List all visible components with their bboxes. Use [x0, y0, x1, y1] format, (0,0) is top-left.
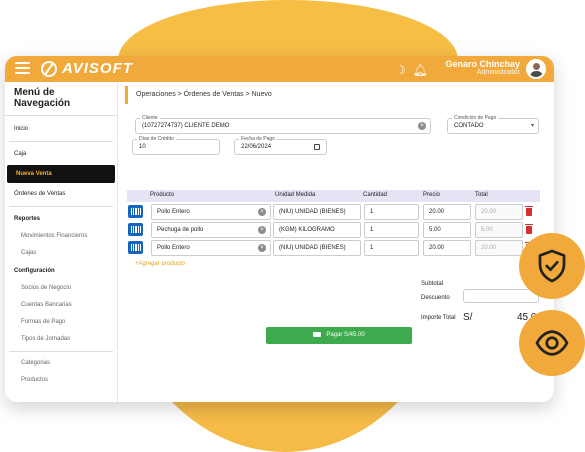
shield-badge [519, 233, 585, 299]
product-field[interactable]: Pollo Entero × [151, 204, 271, 220]
add-product-link[interactable]: +Agregar producto [135, 261, 185, 267]
clear-icon[interactable]: × [258, 208, 266, 216]
table-row: Pollo Entero × (NIU) UNIDAD (BIENES) 1 20… [127, 204, 540, 220]
sidebar-item-nueva-venta[interactable]: Nueva Venta [7, 165, 115, 183]
credit-days-value: 10 [139, 144, 146, 150]
calendar-icon[interactable] [314, 144, 320, 150]
sidebar-section-reportes[interactable]: Reportes [5, 210, 117, 228]
payment-date-label: Fecha de Pago [239, 136, 277, 143]
product-field[interactable]: Pollo Entero × [151, 240, 271, 256]
sidebar-section-configuracion[interactable]: Configuración [5, 262, 117, 280]
brand-name: AVISOFT [62, 60, 133, 77]
main-content: Operaciones > Órdenes de Ventas > Nuevo … [125, 86, 549, 402]
client-label: Cliente [140, 115, 160, 122]
sidebar-item-inicio[interactable]: Inicio [5, 120, 117, 138]
pay-button-label: Pagar S/45.00 [326, 332, 365, 338]
header-total: Total [475, 192, 488, 198]
unit-field[interactable]: (NIU) UNIDAD (BIENES) [273, 204, 361, 220]
eye-badge [519, 310, 585, 376]
total-field: 5.00 [475, 222, 523, 238]
payment-date-field[interactable]: Fecha de Pago 22/06/2024 [234, 136, 327, 155]
brand-logo: AVISOFT [41, 60, 133, 77]
sidebar-item-jornadas[interactable]: Tipos de Jornadas [5, 331, 117, 348]
sidebar: Menú de Navegación Inicio Caja Nueva Ven… [5, 82, 118, 402]
trash-icon[interactable] [525, 224, 533, 234]
price-field[interactable]: 5.00 [423, 222, 471, 238]
cash-icon [313, 331, 322, 337]
payment-condition-label: Condición de Pago [452, 115, 499, 122]
discount-input[interactable] [463, 289, 539, 303]
total-field: 20.00 [475, 204, 523, 220]
trash-icon[interactable] [525, 206, 533, 216]
discount-label: Descuento [421, 295, 450, 301]
payment-condition-select[interactable]: Condición de Pago CONTADO ▾ [447, 115, 539, 134]
sidebar-item-movimientos[interactable]: Movimientos Financieros [5, 228, 117, 245]
divider [9, 141, 113, 142]
barcode-icon[interactable] [128, 241, 143, 254]
barcode-icon[interactable] [128, 205, 143, 218]
app-window: AVISOFT ☽ 🔔︎ Genaro Chinchay Administrad… [5, 56, 554, 402]
sidebar-item-cuentas[interactable]: Cuentas Bancarias [5, 297, 117, 314]
table-row: Pollo Entero × (NIU) UNIDAD (BIENES) 1 20… [127, 240, 540, 256]
divider [9, 351, 113, 352]
quantity-field[interactable]: 1 [364, 240, 419, 256]
client-field[interactable]: Cliente (10727274737) CLIENTE DEMO × [135, 115, 431, 134]
user-info: Genaro Chinchay Administrador [445, 59, 520, 76]
sidebar-item-formas-pago[interactable]: Formas de Pago [5, 314, 117, 331]
sidebar-item-caja[interactable]: Caja [5, 145, 117, 163]
total-label: Importe Total [421, 315, 456, 321]
product-value: Pollo Entero [157, 209, 190, 215]
menu-icon[interactable] [15, 62, 30, 74]
payment-date-value: 22/06/2024 [241, 144, 272, 150]
header-unidad: Unidad Medida [275, 192, 316, 198]
payment-condition-value: CONTADO [454, 123, 484, 129]
quantity-field[interactable]: 1 [364, 222, 419, 238]
sidebar-item-ordenes[interactable]: Órdenes de Ventas [5, 185, 117, 203]
user-name: Genaro Chinchay [445, 59, 520, 69]
quantity-field[interactable]: 1 [364, 204, 419, 220]
currency-symbol: S/ [463, 312, 473, 323]
clear-icon[interactable]: × [418, 122, 426, 130]
eye-icon [535, 330, 569, 356]
sidebar-title: Menú de Navegación [5, 82, 117, 116]
unit-field[interactable]: (KGM) KILOGRAMO [273, 222, 361, 238]
chevron-down-icon: ▾ [530, 123, 534, 129]
top-bar: AVISOFT ☽ 🔔︎ Genaro Chinchay Administrad… [5, 56, 554, 82]
product-value: Pollo Entero [157, 245, 190, 251]
clear-icon[interactable]: × [258, 244, 266, 252]
price-field[interactable]: 20.00 [423, 204, 471, 220]
user-role: Administrador [476, 69, 520, 76]
shield-check-icon [538, 249, 566, 283]
breadcrumb: Operaciones > Órdenes de Ventas > Nuevo [125, 86, 549, 104]
sidebar-item-productos[interactable]: Productos [5, 372, 117, 389]
header-cantidad: Cantidad [363, 192, 388, 198]
sidebar-item-socios[interactable]: Socios de Negocio [5, 280, 117, 297]
header-producto: Producto [150, 192, 175, 198]
avatar[interactable] [526, 59, 546, 79]
subtotal-label: Subtotal [421, 281, 444, 287]
table-row: Pechuga de pollo × (KGM) KILOGRAMO 1 5.00… [127, 222, 540, 238]
client-value: (10727274737) CLIENTE DEMO [142, 123, 230, 129]
total-field: 20.00 [475, 240, 523, 256]
unit-field[interactable]: (NIU) UNIDAD (BIENES) [273, 240, 361, 256]
bell-icon[interactable]: 🔔︎ [412, 63, 427, 77]
table-header: Producto Unidad Medida Cantidad Precio T… [127, 190, 540, 202]
product-field[interactable]: Pechuga de pollo × [151, 222, 271, 238]
pay-button[interactable]: Pagar S/45.00 [266, 327, 412, 344]
barcode-icon[interactable] [128, 223, 143, 236]
moon-icon[interactable]: ☽ [395, 63, 406, 77]
product-value: Pechuga de pollo [157, 227, 204, 233]
sidebar-item-cajas[interactable]: Cajas [5, 245, 117, 262]
credit-days-label: Días de Crédito [137, 136, 176, 143]
header-precio: Precio [423, 192, 441, 198]
topbar-icons: ☽ 🔔︎ [395, 63, 428, 77]
price-field[interactable]: 20.00 [423, 240, 471, 256]
divider [9, 206, 113, 207]
logo-icon [41, 60, 57, 77]
credit-days-field[interactable]: Días de Crédito 10 [132, 136, 220, 155]
clear-icon[interactable]: × [258, 226, 266, 234]
sidebar-item-categorias[interactable]: Categorias [5, 355, 117, 372]
